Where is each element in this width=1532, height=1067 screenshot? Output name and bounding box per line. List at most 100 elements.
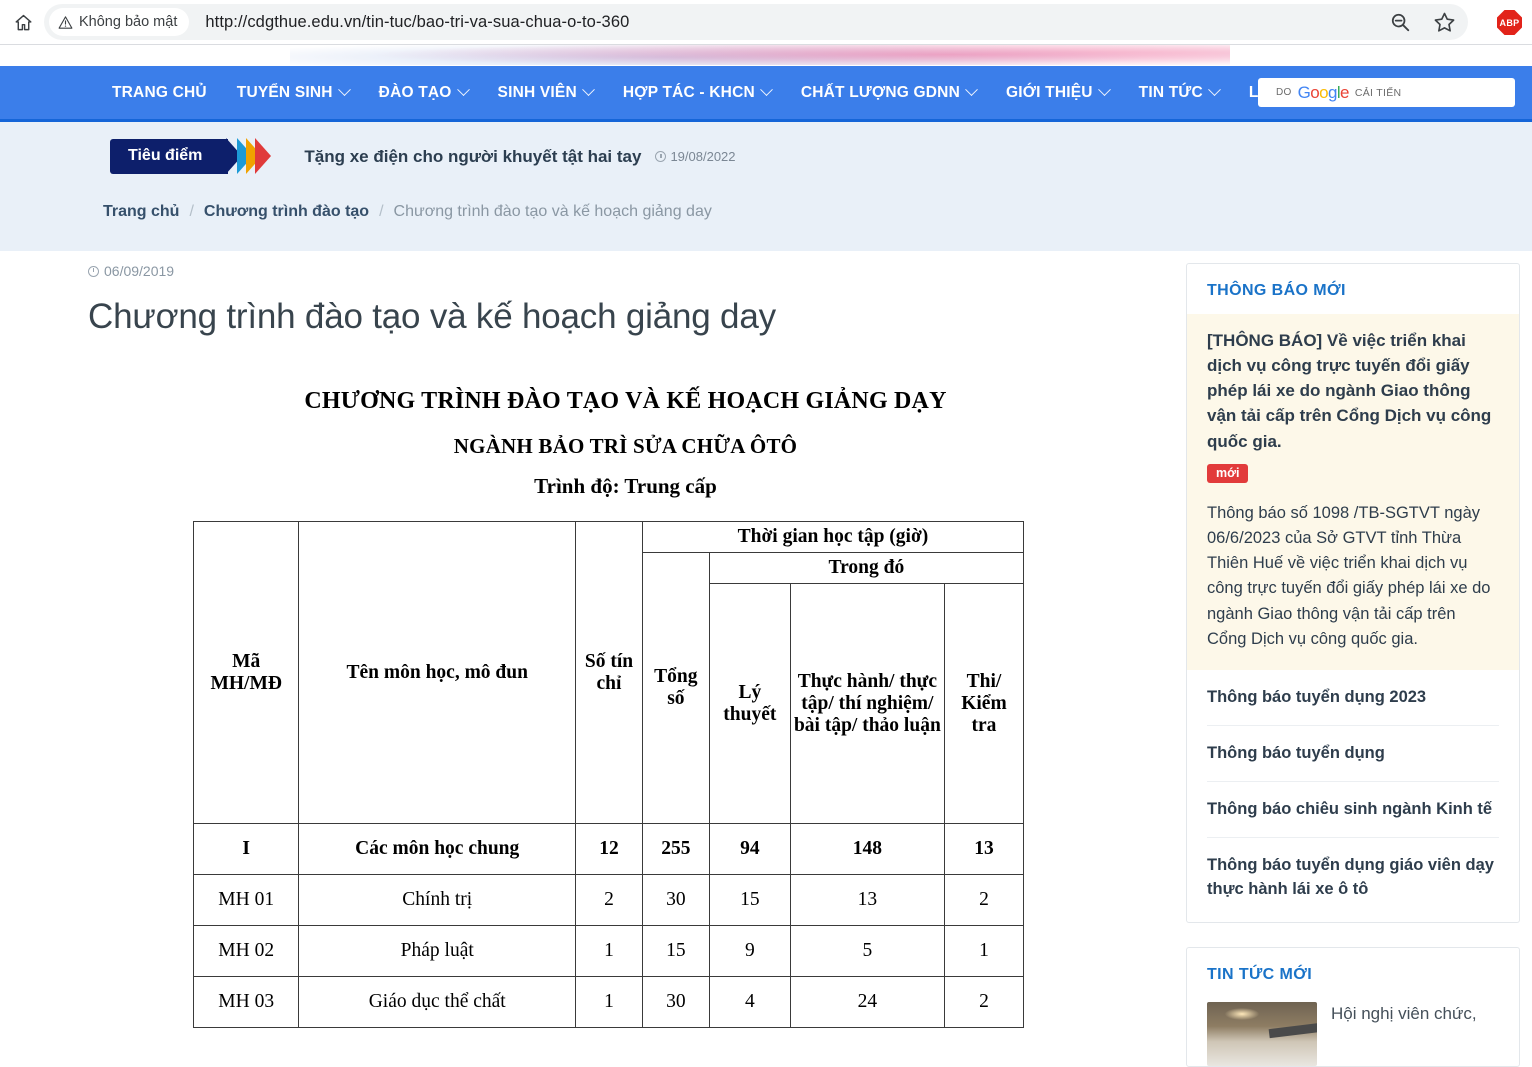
cell-tin-chi: 2 xyxy=(576,875,643,926)
nav-label: HỢP TÁC - KHCN xyxy=(623,84,755,102)
breadcrumb-item-program[interactable]: Chương trình đào tạo xyxy=(204,203,369,221)
highlight-title[interactable]: Tặng xe điện cho người khuyết tật hai ta… xyxy=(304,147,641,167)
nav-item-dao-tao[interactable]: ĐÀO TẠO xyxy=(364,84,483,102)
nav-label: TUYỂN SINH xyxy=(237,84,333,102)
highlight-date-text: 19/08/2022 xyxy=(670,149,735,164)
omnibox-actions xyxy=(1389,4,1456,40)
nav-item-tuyen-sinh[interactable]: TUYỂN SINH xyxy=(222,84,364,102)
nav-items: TRANG CHỦ TUYỂN SINH ĐÀO TẠO SINH VIÊN H… xyxy=(112,84,1326,102)
chevron-down-icon xyxy=(582,83,595,96)
cell-tong: 15 xyxy=(642,926,709,977)
chevron-down-icon xyxy=(965,83,978,96)
cell-th: 24 xyxy=(790,977,944,1028)
th-ly-thuyet: Lý thuyết xyxy=(709,584,790,824)
google-search-input[interactable]: DO Google CẢI TIẾN xyxy=(1258,78,1515,107)
th-group-thoi-gian: Thời gian học tập (giờ) xyxy=(642,522,1023,553)
cell-th: 13 xyxy=(790,875,944,926)
th-thi-kiem-tra: Thi/ Kiểm tra xyxy=(944,584,1023,824)
browser-toolbar: Không bảo mật http://cdgthue.edu.vn/tin-… xyxy=(0,0,1532,44)
chevron-down-icon xyxy=(457,83,470,96)
th-tong-so: Tổng số xyxy=(642,553,709,824)
nav-item-trang-chu[interactable]: TRANG CHỦ xyxy=(112,84,222,102)
cell-ly: 9 xyxy=(709,926,790,977)
cell-tong: 255 xyxy=(642,824,709,875)
cell-ly: 4 xyxy=(709,977,790,1028)
cell-thi: 2 xyxy=(944,875,1023,926)
clock-icon xyxy=(655,151,666,162)
doc-heading-line2: NGÀNH BẢO TRÌ SỬA CHỮA ÔTÔ xyxy=(88,428,1163,464)
nav-label: CHẤT LƯỢNG GDNN xyxy=(801,84,960,102)
home-icon xyxy=(14,13,33,32)
nav-label: TIN TỨC xyxy=(1139,84,1203,102)
highlight-date: 19/08/2022 xyxy=(655,149,735,164)
th-thuc-hanh: Thực hành/ thực tập/ thí nghiệm/ bài tập… xyxy=(790,584,944,824)
cell-tin-chi: 12 xyxy=(576,824,643,875)
th-group-trong-do: Trong đó xyxy=(709,553,1023,584)
cell-tong: 30 xyxy=(642,875,709,926)
highlight-bar: Tiêu điểm Tặng xe điện cho người khuyết … xyxy=(110,138,736,175)
featured-notice-body: Thông báo số 1098 /TB-SGTVT ngày 06/6/20… xyxy=(1187,499,1519,670)
highlight-badge: Tiêu điểm xyxy=(110,139,228,174)
article-date-text: 06/09/2019 xyxy=(104,263,174,279)
doc-subheading: Trình độ: Trung cấp xyxy=(88,474,1163,499)
address-bar[interactable]: Không bảo mật http://cdgthue.edu.vn/tin-… xyxy=(44,4,1468,40)
cell-ma: I xyxy=(194,824,299,875)
security-indicator[interactable]: Không bảo mật xyxy=(49,8,189,36)
cell-ten: Giáo dục thể chất xyxy=(299,977,576,1028)
url-text[interactable]: http://cdgthue.edu.vn/tin-tuc/bao-tri-va… xyxy=(205,13,629,32)
highlight-arrows-icon xyxy=(226,138,272,175)
breadcrumb-item-current: Chương trình đào tạo và kế hoạch giảng d… xyxy=(394,203,712,221)
nav-item-sinh-vien[interactable]: SINH VIÊN xyxy=(483,84,608,102)
curriculum-table: Mã MH/MĐ Tên môn học, mô đun Số tín chỉ … xyxy=(193,521,1024,1028)
cell-thi: 1 xyxy=(944,926,1023,977)
cell-ly: 15 xyxy=(709,875,790,926)
nav-item-hop-tac-khcn[interactable]: HỢP TÁC - KHCN xyxy=(608,84,786,102)
star-icon[interactable] xyxy=(1433,11,1456,34)
notices-card: THÔNG BÁO MỚI [THÔNG BÁO] Về việc triển … xyxy=(1186,263,1520,923)
nav-item-gioi-thieu[interactable]: GIỚI THIỆU xyxy=(991,84,1124,102)
notices-card-title: THÔNG BÁO MỚI xyxy=(1187,264,1519,314)
featured-notice-text: [THÔNG BÁO] Về việc triển khai dịch vụ c… xyxy=(1207,328,1499,454)
google-logo: Google xyxy=(1298,83,1349,103)
news-card-title: TIN TỨC MỚI xyxy=(1187,948,1519,998)
table-row: MH 02 Pháp luật 1 15 9 5 1 xyxy=(194,926,1024,977)
breadcrumb-item-home[interactable]: Trang chủ xyxy=(103,203,179,221)
list-item[interactable]: Thông báo tuyển dụng xyxy=(1207,726,1499,782)
breadcrumb-separator: / xyxy=(189,203,193,221)
table-row: MH 03 Giáo dục thể chất 1 30 4 24 2 xyxy=(194,977,1024,1028)
search-prefix-label: DO xyxy=(1276,87,1292,98)
nav-label: ĐÀO TẠO xyxy=(379,84,452,102)
cell-ly: 94 xyxy=(709,824,790,875)
nav-label: TRANG CHỦ xyxy=(112,84,207,102)
security-label: Không bảo mật xyxy=(79,14,177,30)
adblock-plus-icon[interactable]: ABP xyxy=(1497,10,1522,35)
list-item[interactable]: Hội nghị viên chức, xyxy=(1187,998,1519,1066)
table-header-row-1: Mã MH/MĐ Tên môn học, mô đun Số tín chỉ … xyxy=(194,522,1024,553)
nav-label: SINH VIÊN xyxy=(498,84,577,102)
list-item[interactable]: Thông báo tuyển dụng giáo viên dạy thực … xyxy=(1207,838,1499,922)
zoom-out-icon[interactable] xyxy=(1389,11,1411,33)
nav-item-chat-luong-gdnn[interactable]: CHẤT LƯỢNG GDNN xyxy=(786,84,991,102)
th-so-tin-chi: Số tín chỉ xyxy=(576,522,643,824)
article-date: 06/09/2019 xyxy=(88,263,1163,279)
list-item[interactable]: Thông báo chiêu sinh ngành Kinh tế xyxy=(1207,782,1499,838)
cell-thi: 2 xyxy=(944,977,1023,1028)
cell-tong: 30 xyxy=(642,977,709,1028)
cell-ma: MH 01 xyxy=(194,875,299,926)
cell-th: 148 xyxy=(790,824,944,875)
featured-notice[interactable]: [THÔNG BÁO] Về việc triển khai dịch vụ c… xyxy=(1187,314,1519,499)
warning-triangle-icon xyxy=(58,15,73,30)
news-card: TIN TỨC MỚI Hội nghị viên chức, xyxy=(1186,947,1520,1067)
search-suffix-label: CẢI TIẾN xyxy=(1355,87,1402,99)
breadcrumb: Trang chủ / Chương trình đào tạo / Chươn… xyxy=(103,203,712,221)
chevron-down-icon xyxy=(338,83,351,96)
news-thumbnail-image xyxy=(1207,1002,1317,1066)
home-button[interactable] xyxy=(8,7,38,37)
list-item[interactable]: Thông báo tuyển dụng 2023 xyxy=(1207,670,1499,726)
cell-ma: MH 02 xyxy=(194,926,299,977)
nav-item-tin-tuc[interactable]: TIN TỨC xyxy=(1124,84,1234,102)
chevron-down-icon xyxy=(1208,83,1221,96)
cell-tin-chi: 1 xyxy=(576,926,643,977)
nav-label: GIỚI THIỆU xyxy=(1006,84,1093,102)
main-content: 06/09/2019 Chương trình đào tạo và kế ho… xyxy=(0,251,1532,972)
